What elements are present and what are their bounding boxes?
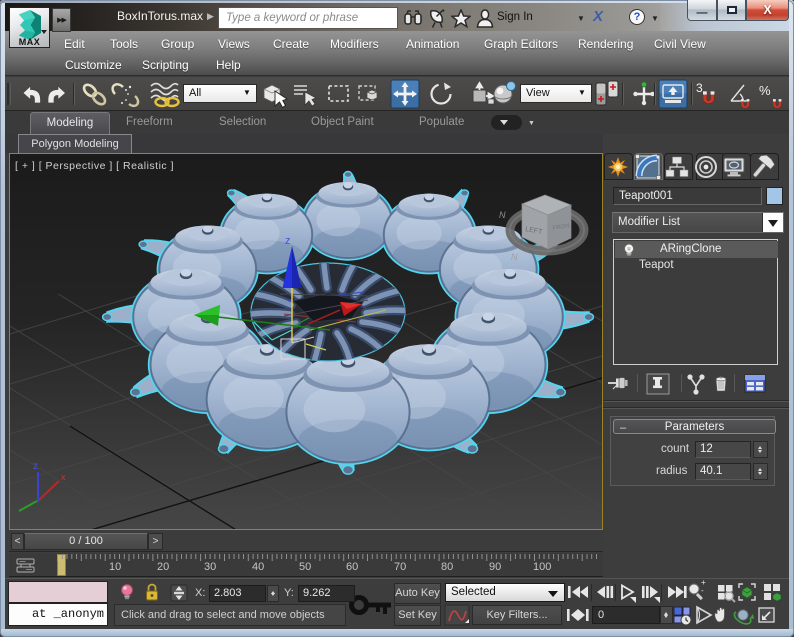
svg-text:z: z	[285, 235, 291, 247]
svg-text:3: 3	[696, 81, 703, 95]
svg-text:N: N	[499, 210, 506, 220]
svg-text:%: %	[759, 83, 771, 98]
svg-text:N: N	[511, 252, 518, 262]
svg-text:-: -	[701, 586, 704, 595]
svg-text:z: z	[33, 461, 38, 472]
svg-text:x: x	[61, 472, 66, 482]
